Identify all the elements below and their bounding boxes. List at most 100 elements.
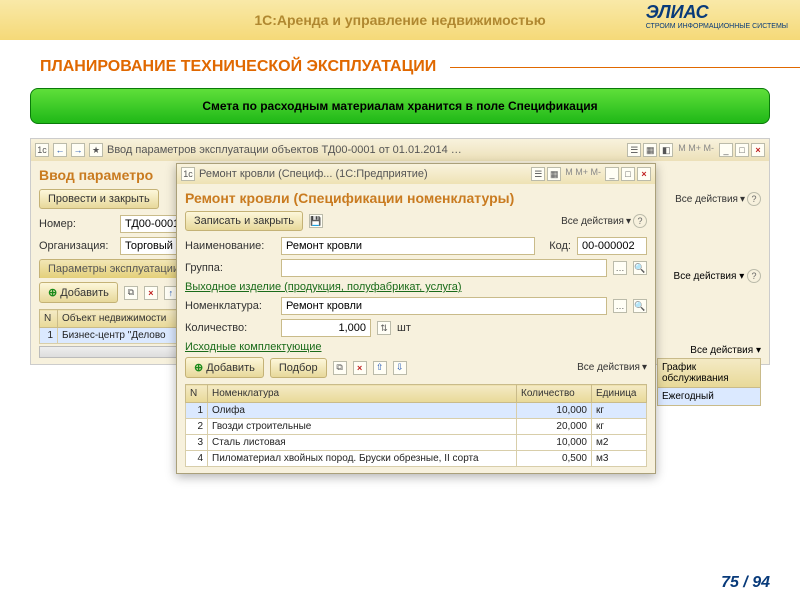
spec-dialog: 1c Ремонт кровли (Специф... (1С:Предприя…	[176, 163, 656, 474]
table-row[interactable]: 4Пиломатериал хвойных пород. Бруски обре…	[186, 451, 647, 467]
right-column: Все действия ▾ ? Все действия ▾ График о…	[657, 269, 761, 406]
dlg-minimize-icon[interactable]: _	[605, 167, 619, 181]
help-icon-2[interactable]: ?	[747, 269, 761, 283]
number-label: Номер:	[39, 218, 114, 230]
section-title: ПЛАНИРОВАНИЕ ТЕХНИЧЕСКОЙ ЭКСПЛУАТАЦИИ	[40, 58, 800, 76]
dlg-close-icon[interactable]: ×	[637, 167, 651, 181]
save-close-button[interactable]: Записать и закрыть	[185, 211, 303, 231]
page-number: 75 / 94	[721, 574, 770, 592]
nomen-lookup-icon[interactable]: …	[613, 299, 627, 313]
logo-text: ЭЛИАС	[646, 2, 709, 22]
delete-icon[interactable]: ×	[144, 286, 158, 300]
objects-table: N Объект недвижимости 1 Бизнес-центр "Де…	[39, 309, 189, 344]
window-title: Ввод параметров эксплуатации объектов ТД…	[107, 144, 467, 156]
tool-icon-1[interactable]: ☰	[627, 143, 641, 157]
comp-up-icon[interactable]: ⇧	[373, 361, 387, 375]
save-icon[interactable]: 💾	[309, 214, 323, 228]
dlg-tool-1[interactable]: ☰	[531, 167, 545, 181]
slide-header: 1С:Аренда и управление недвижимостью ЭЛИ…	[0, 0, 800, 40]
plus-icon-2: ⊕	[194, 361, 203, 374]
forward-icon[interactable]: →	[71, 143, 85, 157]
comp-add-label: Добавить	[206, 362, 255, 374]
help-icon[interactable]: ?	[747, 192, 761, 206]
group-lookup-icon[interactable]: …	[613, 261, 627, 275]
right-all-actions[interactable]: Все действия ▾ ?	[657, 269, 761, 283]
h-scrollbar[interactable]	[39, 346, 189, 358]
qty-row: Количество: ⇅ шт	[185, 319, 647, 337]
right-all-actions-2[interactable]: Все действия ▾	[657, 345, 761, 356]
all-actions-label: Все действия	[675, 194, 738, 205]
components-section: Исходные комплектующие	[185, 341, 647, 353]
dialog-toolbar: Записать и закрыть 💾 Все действия ▾ ?	[185, 211, 647, 231]
code-label: Код:	[541, 240, 571, 252]
favorite-icon[interactable]: ★	[89, 143, 103, 157]
titlebar: 1c ← → ★ Ввод параметров эксплуатации об…	[31, 139, 769, 161]
all-actions-link[interactable]: Все действия ▾ ?	[675, 192, 761, 206]
name-row: Наименование: Код:	[185, 237, 647, 255]
nomen-open-icon[interactable]: 🔍	[633, 299, 647, 313]
plus-icon: ⊕	[48, 286, 57, 299]
schedule-header[interactable]: График обслуживания	[657, 358, 761, 388]
logo: ЭЛИАС СТРОИМ ИНФОРМАЦИОННЫЕ СИСТЕМЫ	[646, 2, 788, 30]
table-row[interactable]: 2Гвозди строительные20,000кг	[186, 419, 647, 435]
nomen-row: Номенклатура: … 🔍	[185, 297, 647, 315]
table-row[interactable]: 1 Бизнес-центр "Делово	[40, 328, 189, 344]
comp-add-button[interactable]: ⊕Добавить	[185, 357, 264, 378]
nomen-label: Номенклатура:	[185, 300, 275, 312]
dlg-maximize-icon[interactable]: □	[621, 167, 635, 181]
dialog-app-icon: 1c	[181, 167, 195, 181]
comp-copy-icon[interactable]: ⧉	[333, 361, 347, 375]
add-label: Добавить	[60, 287, 109, 299]
code-input[interactable]	[577, 237, 647, 255]
table-row[interactable]: 3Сталь листовая10,000м2	[186, 435, 647, 451]
dlg-help-icon[interactable]: ?	[633, 214, 647, 228]
info-banner: Смета по расходным материалам хранится в…	[30, 88, 770, 124]
maximize-icon[interactable]: □	[735, 143, 749, 157]
col-comp-qty[interactable]: Количество	[517, 385, 592, 403]
qty-unit: шт	[397, 322, 411, 334]
group-input[interactable]	[281, 259, 607, 277]
tool-icon-2[interactable]: ▦	[643, 143, 657, 157]
dialog-titlebar: 1c Ремонт кровли (Специф... (1С:Предприя…	[177, 164, 655, 184]
qty-label: Количество:	[185, 322, 275, 334]
qty-input[interactable]	[281, 319, 371, 337]
name-input[interactable]	[281, 237, 535, 255]
pick-button[interactable]: Подбор	[270, 358, 327, 378]
comp-all-actions[interactable]: Все действия ▾	[577, 362, 647, 373]
group-label: Группа:	[185, 262, 275, 274]
object-cell: Бизнес-центр "Делово	[58, 328, 189, 344]
back-icon[interactable]: ←	[53, 143, 67, 157]
col-comp-nomen[interactable]: Номенклатура	[208, 385, 517, 403]
dlg-all-actions[interactable]: Все действия ▾ ?	[561, 214, 647, 228]
add-button[interactable]: ⊕Добавить	[39, 282, 118, 303]
group-row: Группа: … 🔍	[185, 259, 647, 277]
minimize-icon[interactable]: _	[719, 143, 733, 157]
memory-buttons[interactable]: M M+ M-	[675, 143, 717, 157]
org-label: Организация:	[39, 240, 114, 252]
col-comp-unit[interactable]: Единица	[592, 385, 647, 403]
table-row[interactable]: 1Олифа10,000кг	[186, 403, 647, 419]
col-n[interactable]: N	[40, 310, 58, 328]
col-comp-n[interactable]: N	[186, 385, 208, 403]
post-close-button[interactable]: Провести и закрыть	[39, 189, 159, 209]
header-title: 1С:Аренда и управление недвижимостью	[254, 12, 545, 29]
group-open-icon[interactable]: 🔍	[633, 261, 647, 275]
qty-stepper-icon[interactable]: ⇅	[377, 321, 391, 335]
app-window: 1c ← → ★ Ввод параметров эксплуатации об…	[30, 138, 770, 365]
tab-params[interactable]: Параметры эксплуатации	[39, 259, 188, 278]
comp-delete-icon[interactable]: ×	[353, 361, 367, 375]
dlg-memory[interactable]: M M+ M-	[563, 167, 603, 181]
app-icon: 1c	[35, 143, 49, 157]
nomen-input[interactable]	[281, 297, 607, 315]
components-toolbar: ⊕Добавить Подбор ⧉ × ⇧ ⇩ Все действия ▾	[185, 357, 647, 378]
comp-down-icon[interactable]: ⇩	[393, 361, 407, 375]
col-object[interactable]: Объект недвижимости	[58, 310, 189, 328]
output-section: Выходное изделие (продукция, полуфабрика…	[185, 281, 647, 293]
schedule-item[interactable]: Ежегодный	[657, 388, 761, 406]
close-icon[interactable]: ×	[751, 143, 765, 157]
dialog-body: Ремонт кровли (Спецификации номенклатуры…	[177, 184, 655, 473]
tool-icon-3[interactable]: ◧	[659, 143, 673, 157]
name-label: Наименование:	[185, 240, 275, 252]
dlg-tool-2[interactable]: ▦	[547, 167, 561, 181]
copy-icon[interactable]: ⧉	[124, 286, 138, 300]
